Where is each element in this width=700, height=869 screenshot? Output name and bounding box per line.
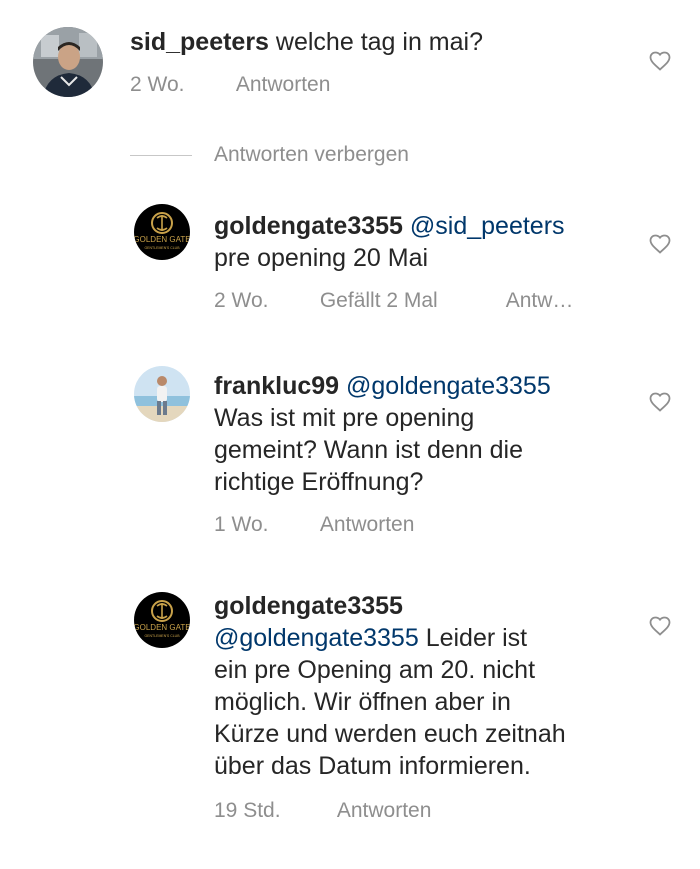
comment-body-line-2: möglich. Wir öffnen aber in <box>214 688 511 716</box>
reply-button[interactable]: Antworten <box>320 512 415 538</box>
comment-username[interactable]: frankluc99 <box>214 372 339 400</box>
comment-mention[interactable]: @sid_peeters <box>410 212 565 240</box>
comment-meta: 2 Wo. Gefällt 2 Mal Antw… <box>214 288 573 314</box>
comment-text: frankluc99 @goldengate3355 Was ist mit p… <box>214 370 634 498</box>
comment-goldengate-reply-2: GOLDEN GATE GENTLEMEN'S CLUB goldengate3… <box>0 586 700 836</box>
comment-text: goldengate3355 @goldengate3355 Leider is… <box>214 590 634 782</box>
comment-likes[interactable]: Gefällt 2 Mal <box>320 288 500 314</box>
comment-time: 2 Wo. <box>130 73 185 96</box>
avatar-logo-subtext: GENTLEMEN'S CLUB <box>144 246 180 250</box>
reply-button[interactable]: Antw… <box>506 288 574 314</box>
avatar[interactable] <box>33 27 103 97</box>
comment-username[interactable]: sid_peeters <box>130 28 269 56</box>
hide-replies-button[interactable]: Antworten verbergen <box>130 140 409 170</box>
comment-mention[interactable]: @goldengate3355 <box>346 372 551 400</box>
divider-line <box>130 154 192 156</box>
comment-body: welche tag in mai? <box>275 28 483 56</box>
comment-mention[interactable]: @goldengate3355 <box>214 624 419 652</box>
heart-outline-icon <box>649 616 671 636</box>
comment-body-line-3: richtige Eröffnung? <box>214 468 424 496</box>
heart-outline-icon <box>649 234 671 254</box>
comment-frankluc99: frankluc99 @goldengate3355 Was ist mit p… <box>0 360 700 560</box>
like-button[interactable] <box>648 232 672 256</box>
like-button[interactable] <box>648 49 672 73</box>
reply-button[interactable]: Antworten <box>337 798 432 824</box>
comment-time: 19 Std. <box>214 799 281 822</box>
comment-body-line-4: über das Datum informieren. <box>214 752 531 780</box>
comment-body-line-3: Kürze und werden euch zeitnah <box>214 720 566 748</box>
comment-meta: 2 Wo. Antworten <box>130 72 330 98</box>
avatar[interactable]: GOLDEN GATE GENTLEMEN'S CLUB <box>134 592 190 648</box>
comment-time: 2 Wo. <box>214 289 269 312</box>
comment-meta: 19 Std. Antworten <box>214 798 431 824</box>
comment-username[interactable]: goldengate3355 <box>214 212 403 240</box>
comment-text: sid_peeters welche tag in mai? <box>130 26 650 58</box>
like-button[interactable] <box>648 390 672 414</box>
avatar-logo-text: GOLDEN GATE <box>134 235 190 244</box>
avatar-logo-text: GOLDEN GATE <box>134 623 190 632</box>
comment-sid-peeters: sid_peeters welche tag in mai? 2 Wo. Ant… <box>0 0 700 130</box>
avatar[interactable] <box>134 366 190 422</box>
comment-goldengate-reply-1: GOLDEN GATE GENTLEMEN'S CLUB goldengate3… <box>0 190 700 330</box>
comment-text: goldengate3355 @sid_peeters pre opening … <box>214 210 634 274</box>
like-button[interactable] <box>648 614 672 638</box>
comment-meta: 1 Wo. Antworten <box>214 512 414 538</box>
reply-button[interactable]: Antworten <box>236 72 331 98</box>
comment-time: 1 Wo. <box>214 513 269 536</box>
hide-replies-label: Antworten verbergen <box>214 143 409 166</box>
comment-body-line-1: ein pre Opening am 20. nicht <box>214 656 536 684</box>
comment-body-line-1: Was ist mit pre opening <box>214 404 475 432</box>
heart-outline-icon <box>649 51 671 71</box>
heart-outline-icon <box>649 392 671 412</box>
comment-body: pre opening 20 Mai <box>214 244 429 272</box>
comment-username[interactable]: goldengate3355 <box>214 592 403 620</box>
avatar-logo-subtext: GENTLEMEN'S CLUB <box>144 634 180 638</box>
comment-body-line-2: gemeint? Wann ist denn die <box>214 436 523 464</box>
comment-body-first: Leider ist <box>425 624 528 652</box>
avatar[interactable]: GOLDEN GATE GENTLEMEN'S CLUB <box>134 204 190 260</box>
